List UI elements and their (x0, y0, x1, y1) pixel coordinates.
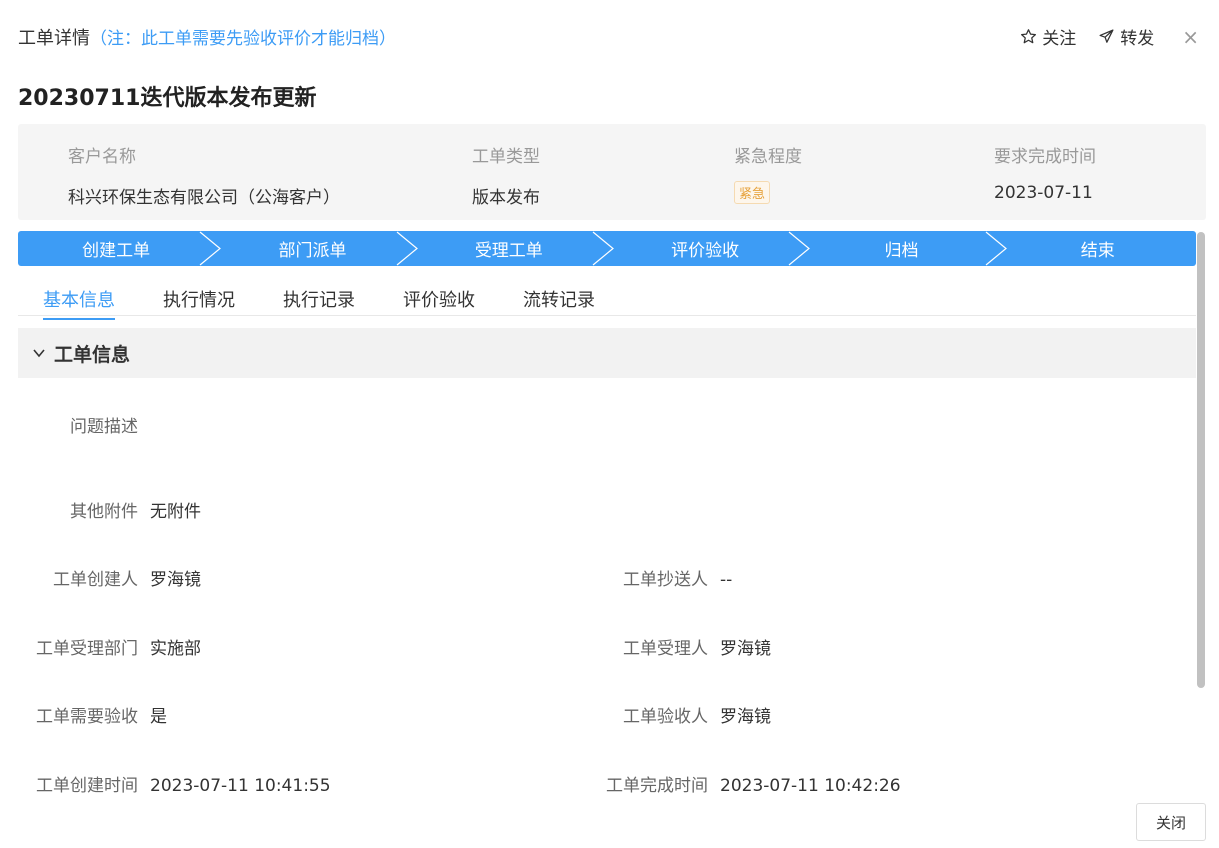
tab-flow-log[interactable]: 流转记录 (523, 286, 595, 318)
customer-value: 科兴环保生态有限公司（公海客户） (68, 188, 340, 208)
finish-time-label: 工单完成时间 (606, 776, 708, 796)
step-end: 结束 (1000, 231, 1196, 266)
customer-info: 客户名称 科兴环保生态有限公司（公海客户） (68, 142, 340, 208)
vertical-scrollbar[interactable] (1197, 232, 1205, 688)
summary-card: 客户名称 科兴环保生态有限公司（公海客户） 工单类型 版本发布 紧急程度 紧急 … (18, 124, 1206, 220)
creator-value: 罗海镜 (150, 570, 201, 590)
type-info: 工单类型 版本发布 (472, 142, 540, 208)
step-label: 受理工单 (474, 241, 543, 261)
attachment-label: 其他附件 (70, 502, 138, 522)
tab-basic-info[interactable]: 基本信息 (43, 286, 115, 320)
finish-time-field: 工单完成时间 2023-07-11 10:42:26 (600, 771, 901, 796)
close-button[interactable]: 关闭 (1136, 803, 1206, 841)
due-info: 要求完成时间 2023-07-11 (994, 142, 1096, 203)
step-evaluate: 评价验收 (607, 231, 811, 266)
cc-field: 工单抄送人 -- (600, 565, 732, 590)
created-time-field: 工单创建时间 2023-07-11 10:41:55 (0, 771, 331, 796)
due-value: 2023-07-11 (994, 183, 1093, 203)
step-label: 结束 (1080, 241, 1115, 261)
acceptor-value: 罗海镜 (720, 707, 771, 727)
handler-field: 工单受理人 罗海镜 (600, 634, 771, 659)
step-label: 评价验收 (671, 241, 740, 261)
urgency-badge: 紧急 (734, 181, 771, 204)
type-value: 版本发布 (472, 188, 540, 208)
creator-label: 工单创建人 (53, 570, 138, 590)
step-label: 归档 (884, 241, 919, 261)
urgency-label: 紧急程度 (734, 147, 802, 167)
star-icon (1021, 29, 1037, 44)
follow-label: 关注 (1042, 29, 1077, 49)
acceptor-label: 工单验收人 (623, 707, 708, 727)
dept-field: 工单受理部门 实施部 (0, 634, 201, 659)
created-time-value: 2023-07-11 10:41:55 (150, 776, 331, 796)
cc-value: -- (720, 570, 733, 590)
problem-label: 问题描述 (70, 417, 138, 437)
step-accept: 受理工单 (411, 231, 614, 266)
section-title: 工单信息 (54, 343, 131, 366)
need-accept-label: 工单需要验收 (36, 707, 138, 727)
forward-button[interactable]: 转发 (1098, 24, 1154, 49)
dept-value: 实施部 (150, 639, 201, 659)
forward-label: 转发 (1120, 29, 1155, 49)
acceptor-field: 工单验收人 罗海镜 (600, 702, 771, 727)
handler-value: 罗海镜 (720, 639, 771, 659)
type-label: 工单类型 (472, 147, 540, 167)
attachment-field: 其他附件 无附件 (0, 497, 201, 522)
step-archive: 归档 (803, 231, 1007, 266)
archive-note: （注：此工单需要先验收评价才能归档） (90, 29, 396, 49)
close-icon[interactable]: × (1182, 27, 1199, 47)
order-title: 20230711迭代版本发布更新 (18, 86, 317, 111)
cc-label: 工单抄送人 (623, 570, 708, 590)
step-label: 部门派单 (278, 241, 347, 261)
created-time-label: 工单创建时间 (36, 776, 138, 796)
problem-field: 问题描述 (0, 412, 150, 437)
finish-time-value: 2023-07-11 10:42:26 (720, 776, 901, 796)
need-accept-field: 工单需要验收 是 (0, 702, 167, 727)
header-actions: 关注 转发 × (1020, 24, 1199, 49)
attachment-value: 无附件 (150, 502, 201, 522)
dialog-title-text: 工单详情 (18, 28, 90, 49)
tab-execution-log[interactable]: 执行记录 (283, 286, 355, 318)
follow-button[interactable]: 关注 (1020, 24, 1076, 49)
due-label: 要求完成时间 (994, 147, 1096, 167)
urgency-info: 紧急程度 紧急 (734, 142, 802, 204)
dialog-header: 工单详情（注：此工单需要先验收评价才能归档） 关注 转发 × (0, 0, 1219, 74)
dialog-title: 工单详情（注：此工单需要先验收评价才能归档） (18, 24, 396, 50)
progress-steps: 创建工单 部门派单 受理工单 评价验收 归档 结束 (18, 231, 1196, 266)
step-create: 创建工单 (18, 231, 222, 266)
section-header-order-info[interactable]: 工单信息 (18, 328, 1196, 378)
creator-field: 工单创建人 罗海镜 (0, 565, 201, 590)
tab-execution-status[interactable]: 执行情况 (163, 286, 235, 318)
customer-label: 客户名称 (68, 147, 136, 167)
chevron-down-icon (33, 349, 45, 358)
detail-tabs: 基本信息 执行情况 执行记录 评价验收 流转记录 (18, 280, 1196, 320)
need-accept-value: 是 (150, 707, 167, 727)
dept-label: 工单受理部门 (36, 639, 138, 659)
send-icon (1099, 29, 1114, 43)
tab-evaluation[interactable]: 评价验收 (403, 286, 475, 318)
step-label: 创建工单 (82, 241, 151, 261)
handler-label: 工单受理人 (623, 639, 708, 659)
step-dispatch: 部门派单 (214, 231, 418, 266)
